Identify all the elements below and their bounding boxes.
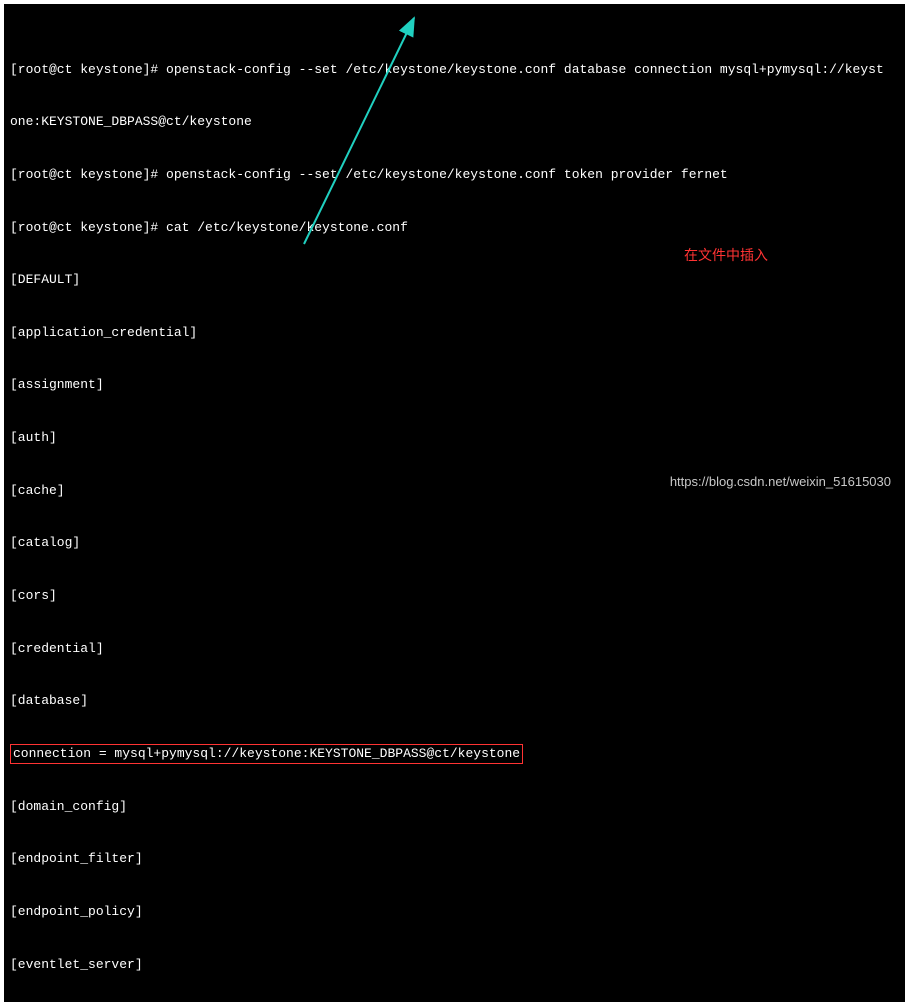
pointer-arrow-icon bbox=[4, 4, 904, 374]
terminal-output-1[interactable]: [root@ct keystone]# openstack-config --s… bbox=[4, 4, 905, 1002]
section-cors: [cors] bbox=[10, 587, 899, 605]
cmd-line-1b: one:KEYSTONE_DBPASS@ct/keystone bbox=[10, 113, 899, 131]
section-credential: [credential] bbox=[10, 640, 899, 658]
section-assignment: [assignment] bbox=[10, 376, 899, 394]
cmd-line-2: [root@ct keystone]# openstack-config --s… bbox=[10, 166, 899, 184]
section-default: [DEFAULT] bbox=[10, 271, 899, 289]
section-domain-config: [domain_config] bbox=[10, 798, 899, 816]
annotation-insert-text: 在文件中插入 bbox=[684, 246, 768, 265]
watermark-text: https://blog.csdn.net/weixin_51615030 bbox=[670, 474, 891, 489]
section-application-credential: [application_credential] bbox=[10, 324, 899, 342]
cmd-line-3: [root@ct keystone]# cat /etc/keystone/ke… bbox=[10, 219, 899, 237]
section-catalog: [catalog] bbox=[10, 534, 899, 552]
section-auth: [auth] bbox=[10, 429, 899, 447]
db-connection-highlight: connection = mysql+pymysql://keystone:KE… bbox=[10, 744, 523, 764]
db-connection-line: connection = mysql+pymysql://keystone:KE… bbox=[10, 745, 899, 763]
section-endpoint-policy: [endpoint_policy] bbox=[10, 903, 899, 921]
section-eventlet-server: [eventlet_server] bbox=[10, 956, 899, 974]
section-endpoint-filter: [endpoint_filter] bbox=[10, 850, 899, 868]
section-database: [database] bbox=[10, 692, 899, 710]
cmd-line-1a: [root@ct keystone]# openstack-config --s… bbox=[10, 61, 899, 79]
